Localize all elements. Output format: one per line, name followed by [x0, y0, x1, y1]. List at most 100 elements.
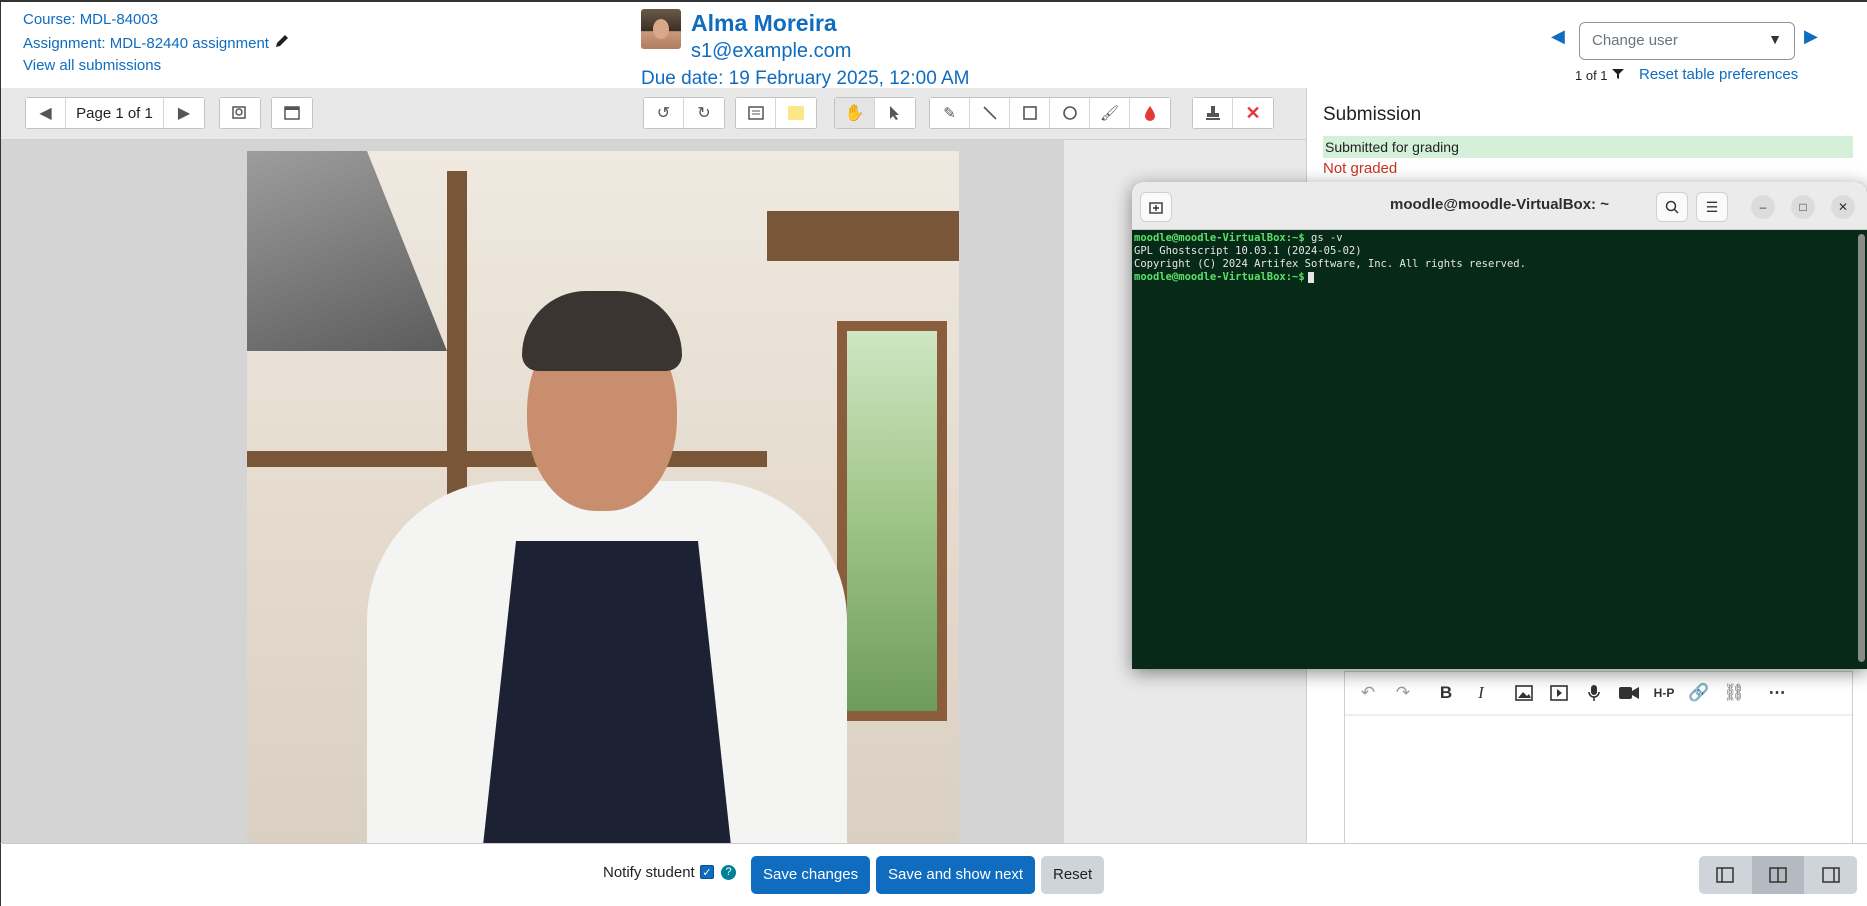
terminal-search-button[interactable] — [1656, 192, 1688, 222]
submission-status: Submitted for grading — [1323, 136, 1853, 158]
rectangle-icon — [1022, 106, 1037, 120]
expand-collapse-button[interactable] — [272, 98, 312, 128]
highlight-button[interactable]: 🖌 — [1090, 98, 1130, 128]
expand-group — [271, 97, 313, 129]
window-icon — [284, 106, 300, 120]
chef-apron — [477, 541, 737, 851]
rectangle-button[interactable] — [1010, 98, 1050, 128]
document-viewer[interactable] — [1, 140, 1307, 851]
select-button[interactable] — [875, 98, 915, 128]
page-select[interactable]: Page 1 of 1 — [66, 98, 164, 128]
terminal-cursor — [1307, 271, 1314, 283]
user-name[interactable]: Alma Moreira — [691, 10, 837, 37]
close-icon: ✕ — [1837, 200, 1849, 214]
pan-select-group: ✋ — [834, 97, 916, 129]
filter-icon[interactable] — [1611, 68, 1624, 83]
terminal-line: moodle@moodle-VirtualBox:~$ gs -v — [1134, 232, 1854, 245]
user-count-text: 1 of 1 — [1575, 68, 1608, 83]
h5p-icon[interactable]: H-P — [1653, 682, 1675, 704]
previous-page-button[interactable]: ◀ — [26, 98, 66, 128]
rotate-right-button[interactable]: ↻ — [684, 98, 724, 128]
link-icon[interactable]: 🔗 — [1688, 682, 1710, 704]
terminal-titlebar[interactable]: moodle@moodle-VirtualBox: ~ ☰ – □ ✕ — [1132, 182, 1867, 230]
comment-button[interactable] — [736, 98, 776, 128]
save-and-show-next-button[interactable]: Save and show next — [876, 856, 1036, 894]
search-icon — [1665, 200, 1679, 214]
pan-button[interactable]: ✋ — [835, 98, 875, 128]
panel-left-icon — [1716, 867, 1735, 883]
page-navigation: ◀ Page 1 of 1 ▶ — [25, 97, 205, 129]
search-comments-group — [219, 97, 261, 129]
delete-annotation-button[interactable]: ✕ — [1233, 98, 1273, 128]
next-arrow-icon: ▶ — [177, 105, 191, 122]
previous-arrow-icon: ◀ — [39, 105, 52, 122]
stamp-icon — [1205, 106, 1220, 120]
user-email[interactable]: s1@example.com — [691, 40, 851, 63]
line-button[interactable] — [970, 98, 1010, 128]
notify-student-checkbox[interactable]: ✓ — [700, 865, 714, 879]
redo-icon[interactable]: ↷ — [1392, 682, 1414, 704]
grading-status: Not graded — [1323, 160, 1398, 177]
stamp-group: ✕ — [1192, 97, 1274, 129]
italic-icon[interactable]: I — [1470, 682, 1492, 704]
terminal-scrollbar[interactable] — [1858, 234, 1865, 662]
assignment-link[interactable]: Assignment: MDL-82440 assignment — [23, 35, 269, 52]
wood-beam — [767, 211, 959, 261]
reset-button[interactable]: Reset — [1041, 856, 1105, 894]
collapse-grade-panel-button[interactable] — [1804, 856, 1857, 894]
terminal-window[interactable]: moodle@moodle-VirtualBox: ~ ☰ – □ ✕ mood… — [1132, 182, 1867, 669]
image-icon[interactable] — [1513, 682, 1535, 704]
window — [837, 321, 947, 721]
stamp-button[interactable] — [1193, 98, 1233, 128]
editor-toolbar: ↶ ↷ B I H-P 🔗 ⛓ ⋯ — [1345, 672, 1852, 716]
grader-header: Course: MDL-84003 Assignment: MDL-82440 … — [0, 0, 1867, 89]
microphone-icon[interactable] — [1583, 682, 1605, 704]
terminal-prompt: moodle@moodle-VirtualBox:~$ — [1134, 271, 1305, 283]
close-button[interactable]: ✕ — [1831, 195, 1855, 219]
terminal-command: gs -v — [1304, 232, 1343, 244]
change-user-select[interactable]: Change user ▼ — [1579, 22, 1795, 60]
annotation-toolbar: ◀ Page 1 of 1 ▶ ↺ ↻ ✋ ✎ 🖌 ✕ — [1, 88, 1307, 140]
video-icon[interactable] — [1618, 682, 1640, 704]
terminal-line: moodle@moodle-VirtualBox:~$ — [1134, 271, 1854, 284]
previous-user-arrow-icon[interactable]: ◀ — [1551, 26, 1565, 47]
media-icon[interactable] — [1548, 682, 1570, 704]
comment-color-button[interactable] — [776, 98, 816, 128]
unlink-icon[interactable]: ⛓ — [1723, 682, 1745, 704]
assignment-row: Assignment: MDL-82440 assignment — [23, 34, 289, 52]
bold-icon[interactable]: B — [1435, 682, 1457, 704]
minimize-icon: – — [1759, 200, 1767, 214]
undo-icon[interactable]: ↶ — [1357, 682, 1379, 704]
terminal-prompt: moodle@moodle-VirtualBox:~$ — [1134, 232, 1305, 244]
next-user-arrow-icon[interactable]: ▶ — [1804, 26, 1818, 47]
reset-table-preferences-link[interactable]: Reset table preferences — [1639, 66, 1798, 83]
maximize-icon: □ — [1799, 200, 1807, 214]
terminal-menu-button[interactable]: ☰ — [1696, 192, 1728, 222]
more-icon[interactable]: ⋯ — [1766, 682, 1788, 704]
pen-button[interactable]: ✎ — [930, 98, 970, 128]
avatar — [641, 9, 681, 49]
collapse-review-panel-button[interactable] — [1699, 856, 1752, 894]
terminal-text: Copyright (C) 2024 Artifex Software, Inc… — [1134, 258, 1526, 270]
pen-icon: ✎ — [943, 105, 956, 122]
view-all-submissions-link[interactable]: View all submissions — [23, 57, 161, 74]
minimize-button[interactable]: – — [1751, 195, 1775, 219]
annotation-color-button[interactable] — [1130, 98, 1170, 128]
feedback-editor[interactable]: ↶ ↷ B I H-P 🔗 ⛓ ⋯ — [1344, 671, 1853, 843]
search-comments-button[interactable] — [220, 98, 260, 128]
terminal-output[interactable]: moodle@moodle-VirtualBox:~$ gs -v GPL Gh… — [1134, 232, 1854, 665]
pencil-icon[interactable] — [275, 34, 289, 52]
default-layout-button[interactable] — [1751, 856, 1805, 894]
save-changes-button[interactable]: Save changes — [751, 856, 871, 894]
rotate-left-button[interactable]: ↺ — [644, 98, 684, 128]
submission-image[interactable] — [247, 151, 959, 851]
maximize-button[interactable]: □ — [1791, 195, 1815, 219]
course-link[interactable]: Course: MDL-84003 — [23, 11, 158, 28]
oval-button[interactable] — [1050, 98, 1090, 128]
user-count: 1 of 1 — [1575, 68, 1624, 83]
notify-student-label: Notify student — [603, 864, 695, 881]
range-hood — [247, 151, 447, 351]
search-comments-icon — [232, 106, 246, 119]
next-page-button[interactable]: ▶ — [164, 98, 204, 128]
help-icon[interactable]: ? — [721, 865, 736, 880]
